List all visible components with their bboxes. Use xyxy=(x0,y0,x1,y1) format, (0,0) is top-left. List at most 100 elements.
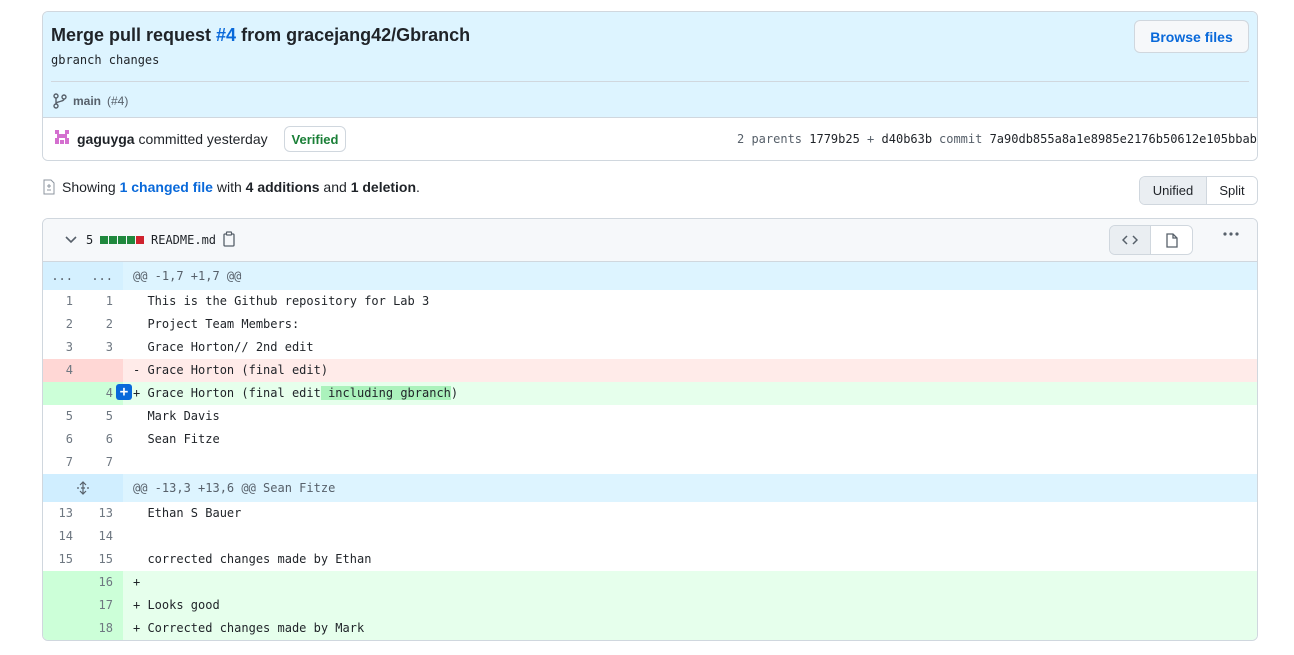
diff-line-ctx: 33 Grace Horton// 2nd edit xyxy=(43,336,1257,359)
add-comment-button[interactable]: + xyxy=(116,384,132,400)
old-line-number[interactable]: 7 xyxy=(43,451,83,474)
hunk-header: @@ -1,7 +1,7 @@ xyxy=(133,269,242,283)
expand-up-new[interactable]: ... xyxy=(83,262,123,290)
commit-sha-info: commit 7a90db855a8a1e8985e2176b50612e105… xyxy=(939,132,1257,146)
old-line-number[interactable]: 13 xyxy=(43,502,83,525)
hunk-header: @@ -13,3 +13,6 @@ Sean Fitze xyxy=(133,481,336,495)
new-line-number[interactable]: 1 xyxy=(83,290,123,313)
chevron-down-icon[interactable] xyxy=(65,235,77,245)
old-line-number[interactable] xyxy=(43,594,83,617)
new-line-number[interactable]: 2 xyxy=(83,313,123,336)
new-line-number[interactable]: 6 xyxy=(83,428,123,451)
old-line-number[interactable] xyxy=(43,617,83,640)
code-icon xyxy=(1122,235,1138,245)
commit-author-line: gaguyga committed yesterday xyxy=(77,131,268,147)
old-line-number[interactable]: 6 xyxy=(43,428,83,451)
commit-header-box: Merge pull request #4 from gracejang42/G… xyxy=(42,11,1258,161)
changed-files-link[interactable]: 1 changed file xyxy=(120,179,213,195)
file-name[interactable]: README.md xyxy=(151,233,216,247)
diff-line-add: 17 + Looks good xyxy=(43,594,1257,617)
diff-line-ctx: 66 Sean Fitze xyxy=(43,428,1257,451)
summary-period: . xyxy=(416,179,420,195)
verified-badge[interactable]: Verified xyxy=(284,126,346,152)
line-code xyxy=(123,451,1257,474)
change-count: 5 xyxy=(86,233,94,247)
diff-line-add: 4 + Grace Horton (final edit including gb… xyxy=(43,382,1257,405)
old-line-number[interactable]: 1 xyxy=(43,290,83,313)
diffstat-add-block xyxy=(100,236,108,244)
committed-text: committed yesterday xyxy=(134,131,268,147)
new-line-number[interactable]: 14 xyxy=(83,525,123,548)
new-line-number[interactable]: 16 xyxy=(83,571,123,594)
branch-pr-ref[interactable]: (#4) xyxy=(107,94,128,108)
author-link[interactable]: gaguyga xyxy=(77,131,135,147)
commit-title-suffix: from gracejang42/Gbranch xyxy=(236,25,471,45)
pr-link[interactable]: #4 xyxy=(216,25,236,45)
new-line-number[interactable]: 7 xyxy=(83,451,123,474)
new-line-number[interactable]: 15 xyxy=(83,548,123,571)
parents-info: 2 parents 1779b25 + d40b63b xyxy=(737,132,932,146)
new-line-number[interactable]: 18 xyxy=(83,617,123,640)
file-icon xyxy=(1165,232,1178,248)
parent-sha-1[interactable]: 1779b25 xyxy=(809,132,860,146)
browse-files-button[interactable]: Browse files xyxy=(1134,20,1249,53)
git-branch-icon xyxy=(53,93,67,109)
file-view-toggle xyxy=(1109,225,1193,255)
view-toggle: Unified Split xyxy=(1139,176,1258,205)
old-line-number[interactable]: 3 xyxy=(43,336,83,359)
expand-button[interactable] xyxy=(43,474,123,502)
old-line-number[interactable]: 14 xyxy=(43,525,83,548)
old-line-number[interactable]: 4 xyxy=(43,359,83,382)
summary-showing: Showing xyxy=(62,179,120,195)
unfold-icon xyxy=(77,481,89,495)
diff-table: ... ... @@ -1,7 +1,7 @@ 11 This is the G… xyxy=(43,262,1257,640)
line-code: + xyxy=(123,571,1257,594)
word-diff-highlight: including gbranch xyxy=(320,386,451,400)
hunk-header-row: @@ -13,3 +13,6 @@ Sean Fitze xyxy=(43,474,1257,502)
new-line-number[interactable]: 3 xyxy=(83,336,123,359)
commit-meta-row: gaguyga committed yesterday Verified 2 p… xyxy=(43,118,1257,160)
diff-line-ctx: 55 Mark Davis xyxy=(43,405,1257,428)
branch-name[interactable]: main xyxy=(73,94,101,108)
more-options-icon[interactable] xyxy=(1223,232,1239,236)
line-code: + Grace Horton (final edit including gbr… xyxy=(123,382,1257,405)
file-header: 5 README.md xyxy=(43,219,1257,262)
old-line-number[interactable] xyxy=(43,571,83,594)
commit-description: gbranch changes xyxy=(51,53,160,67)
diff-line-ctx: 14 14 xyxy=(43,525,1257,548)
old-line-number[interactable]: 5 xyxy=(43,405,83,428)
parent-sha-2[interactable]: d40b63b xyxy=(882,132,933,146)
hunk-header-row: ... ... @@ -1,7 +1,7 @@ xyxy=(43,262,1257,290)
commit-title-prefix: Merge pull request xyxy=(51,25,217,45)
diff-line-add: 18 + Corrected changes made by Mark xyxy=(43,617,1257,640)
diff-line-ctx: 13 13 Ethan S Bauer xyxy=(43,502,1257,525)
additions-count: 4 additions xyxy=(245,179,320,195)
diffstat-add-block xyxy=(118,236,126,244)
file-diff-icon xyxy=(43,179,55,195)
line-code: This is the Github repository for Lab 3 xyxy=(133,294,430,308)
avatar[interactable] xyxy=(53,128,71,146)
old-line-number[interactable] xyxy=(43,382,83,405)
parents-label: 2 parents xyxy=(737,132,810,146)
line-code: + Corrected changes made by Mark xyxy=(123,617,1257,640)
line-code-segment: + Grace Horton (final edit xyxy=(133,386,321,400)
old-line-number[interactable]: 2 xyxy=(43,313,83,336)
new-line-number[interactable]: 5 xyxy=(83,405,123,428)
old-line-number[interactable]: 15 xyxy=(43,548,83,571)
split-button[interactable]: Split xyxy=(1207,177,1257,204)
expand-up-old[interactable]: ... xyxy=(43,262,83,290)
diffstat-blocks xyxy=(100,236,144,244)
summary-with: with xyxy=(212,179,246,195)
new-line-number[interactable]: 13 xyxy=(83,502,123,525)
rich-view-button[interactable] xyxy=(1151,226,1192,254)
line-code: - Grace Horton (final edit) xyxy=(123,359,1257,382)
copy-icon[interactable] xyxy=(222,231,236,247)
unified-button[interactable]: Unified xyxy=(1140,177,1207,204)
summary-and: and xyxy=(319,179,351,195)
line-code-segment: ) xyxy=(450,386,459,400)
code-view-button[interactable] xyxy=(1110,226,1151,254)
new-line-number[interactable] xyxy=(83,359,123,382)
line-code: Project Team Members: xyxy=(133,317,300,331)
new-line-number[interactable]: 17 xyxy=(83,594,123,617)
divider xyxy=(51,81,1249,82)
